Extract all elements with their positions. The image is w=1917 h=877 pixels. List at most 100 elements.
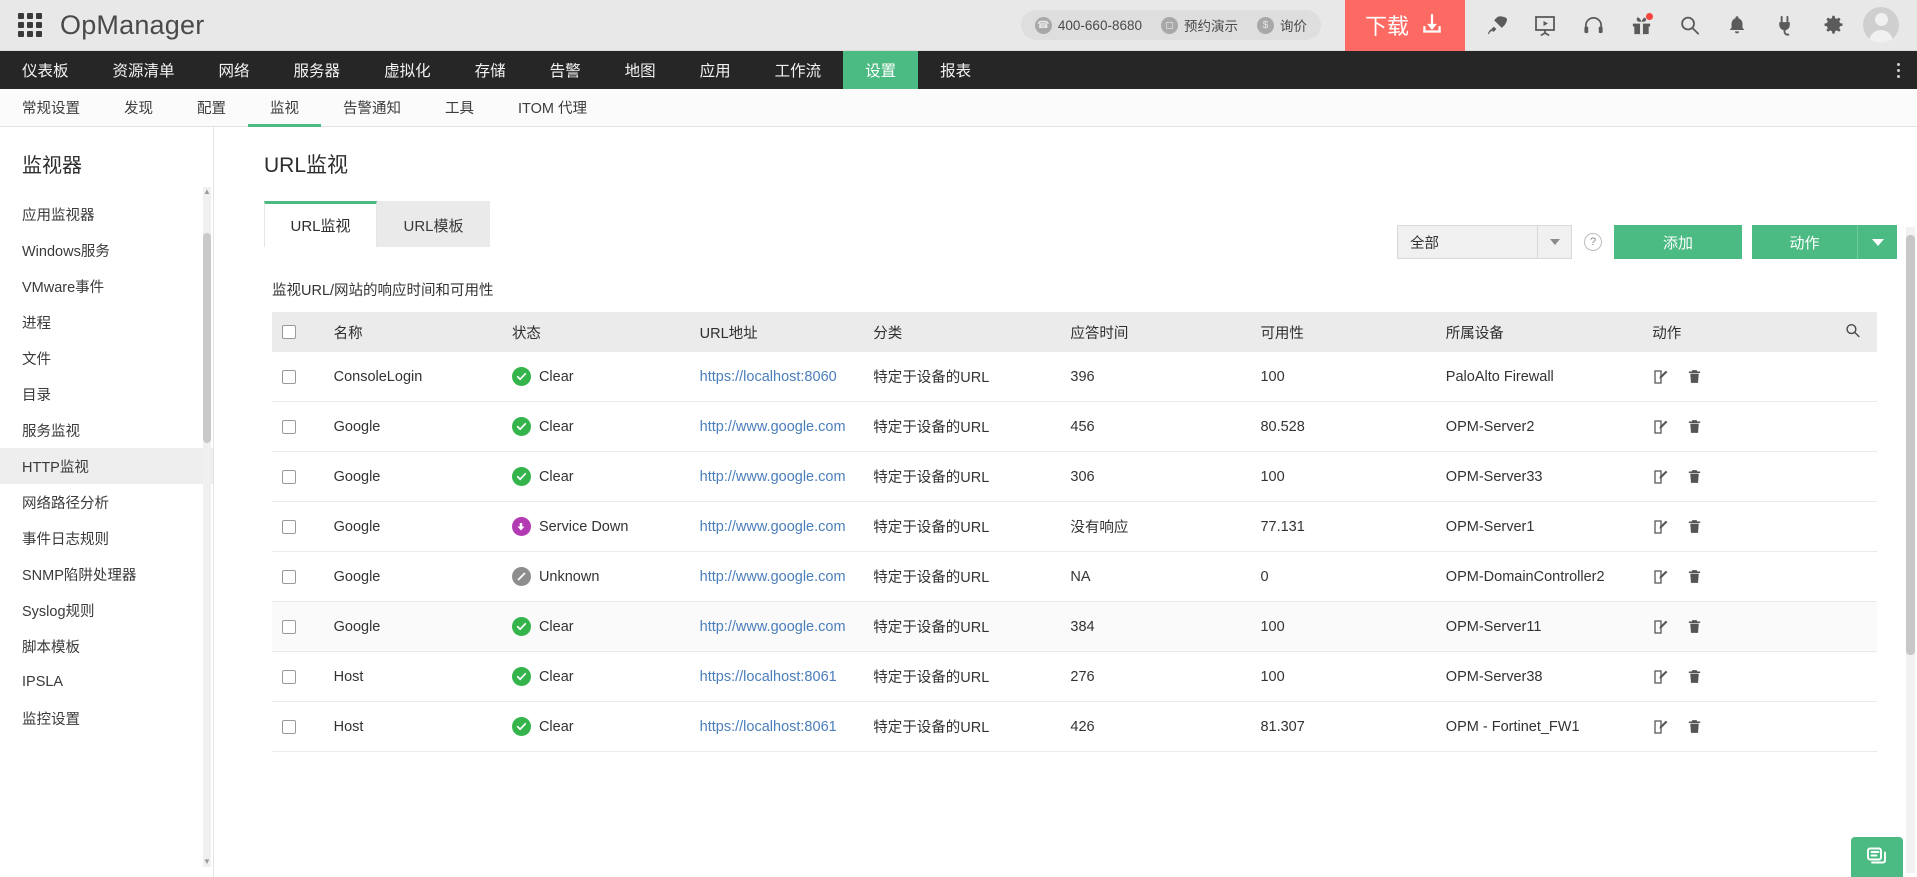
nav-item-1[interactable]: 资源清单 [91, 51, 197, 89]
url-link[interactable]: https://localhost:8061 [700, 719, 837, 735]
nav-item-2[interactable]: 网络 [197, 51, 272, 89]
content-scroll-thumb[interactable] [1906, 235, 1915, 655]
row-checkbox[interactable] [282, 570, 296, 584]
chevron-down-icon[interactable] [1537, 226, 1571, 258]
apps-grid-icon[interactable] [16, 11, 44, 39]
col-header-device[interactable]: 所属设备 [1436, 312, 1642, 352]
url-link[interactable]: https://localhost:8060 [700, 369, 837, 385]
row-checkbox[interactable] [282, 470, 296, 484]
url-link[interactable]: http://www.google.com [700, 519, 846, 535]
col-header-name[interactable]: 名称 [324, 312, 502, 352]
rocket-icon[interactable] [1473, 0, 1521, 51]
tab-url-template[interactable]: URL模板 [377, 201, 490, 247]
table-row[interactable]: GoogleClearhttp://www.google.com特定于设备的UR… [272, 602, 1877, 652]
sidebar-item-vmware-events[interactable]: VMware事件 [0, 268, 213, 304]
gear-icon[interactable] [1809, 0, 1857, 51]
nav-item-3[interactable]: 服务器 [272, 51, 363, 89]
col-header-action[interactable]: 动作 [1642, 312, 1783, 352]
row-checkbox[interactable] [282, 520, 296, 534]
sidebar-item-ipsla[interactable]: IPSLA [0, 664, 213, 700]
edit-icon[interactable] [1652, 418, 1670, 436]
nav-item-9[interactable]: 工作流 [753, 51, 844, 89]
edit-icon[interactable] [1652, 518, 1670, 536]
delete-icon[interactable] [1686, 418, 1703, 435]
nav-item-settings[interactable]: 设置 [843, 51, 918, 89]
table-row[interactable]: HostClearhttps://localhost:8061特定于设备的URL… [272, 652, 1877, 702]
avatar[interactable] [1863, 7, 1899, 43]
subnav-item-5[interactable]: 工具 [423, 89, 496, 126]
url-link[interactable]: http://www.google.com [700, 619, 846, 635]
delete-icon[interactable] [1686, 368, 1703, 385]
col-header-status[interactable]: 状态 [502, 312, 690, 352]
delete-icon[interactable] [1686, 468, 1703, 485]
select-all-checkbox[interactable] [282, 325, 296, 339]
edit-icon[interactable] [1652, 568, 1670, 586]
url-link[interactable]: http://www.google.com [700, 419, 846, 435]
edit-icon[interactable] [1652, 368, 1670, 386]
tab-url-monitor[interactable]: URL监视 [264, 201, 377, 247]
url-link[interactable]: http://www.google.com [700, 569, 846, 585]
nav-item-8[interactable]: 应用 [678, 51, 753, 89]
sidebar-item-script-template[interactable]: 脚本模板 [0, 628, 213, 664]
col-header-category[interactable]: 分类 [863, 312, 1060, 352]
sidebar-item-process[interactable]: 进程 [0, 304, 213, 340]
book-demo-link[interactable]: 预约演示 [1184, 15, 1238, 35]
add-button[interactable]: 添加 [1614, 225, 1742, 259]
col-header-url[interactable]: URL地址 [690, 312, 864, 352]
action-chevron-down-icon[interactable] [1857, 225, 1897, 259]
sidebar-item-snmp-trap[interactable]: SNMP陷阱处理器 [0, 556, 213, 592]
col-header-response-time[interactable]: 应答时间 [1060, 312, 1250, 352]
sidebar-item-syslog-rules[interactable]: Syslog规则 [0, 592, 213, 628]
edit-icon[interactable] [1652, 468, 1670, 486]
edit-icon[interactable] [1652, 618, 1670, 636]
nav-overflow-icon[interactable] [1885, 51, 1911, 89]
nav-item-0[interactable]: 仪表板 [0, 51, 91, 89]
sidebar-item-windows-service[interactable]: Windows服务 [0, 232, 213, 268]
subnav-item-4[interactable]: 告警通知 [321, 89, 423, 126]
nav-item-5[interactable]: 存储 [453, 51, 528, 89]
table-row[interactable]: GoogleService Downhttp://www.google.com特… [272, 502, 1877, 552]
nav-item-6[interactable]: 告警 [528, 51, 603, 89]
download-button[interactable]: 下载 [1345, 0, 1465, 51]
delete-icon[interactable] [1686, 718, 1703, 735]
content-scrollbar[interactable] [1906, 227, 1915, 873]
chat-support-button[interactable] [1851, 837, 1903, 877]
presentation-icon[interactable] [1521, 0, 1569, 51]
phone-number[interactable]: 400-660-8680 [1058, 18, 1142, 33]
sidebar-scroll-down-icon[interactable]: ▼ [203, 857, 211, 867]
help-icon[interactable]: ? [1584, 233, 1602, 251]
url-link[interactable]: http://www.google.com [700, 469, 846, 485]
action-button[interactable]: 动作 [1752, 225, 1857, 259]
subnav-item-1[interactable]: 发现 [102, 89, 175, 126]
table-row[interactable]: GoogleUnknownhttp://www.google.com特定于设备的… [272, 552, 1877, 602]
sidebar-scroll-thumb[interactable] [203, 233, 211, 443]
edit-icon[interactable] [1652, 718, 1670, 736]
bell-icon[interactable] [1713, 0, 1761, 51]
nav-item-7[interactable]: 地图 [603, 51, 678, 89]
table-row[interactable]: ConsoleLoginClearhttps://localhost:8060特… [272, 352, 1877, 402]
sidebar-scroll-up-icon[interactable]: ▲ [203, 187, 211, 197]
sidebar-scrollbar[interactable]: ▲ ▼ [203, 187, 211, 867]
headset-icon[interactable] [1569, 0, 1617, 51]
nav-item-11[interactable]: 报表 [918, 51, 993, 89]
subnav-item-6[interactable]: ITOM 代理 [496, 89, 609, 126]
url-link[interactable]: https://localhost:8061 [700, 669, 837, 685]
row-checkbox[interactable] [282, 720, 296, 734]
delete-icon[interactable] [1686, 618, 1703, 635]
sidebar-item-file[interactable]: 文件 [0, 340, 213, 376]
subnav-item-monitoring[interactable]: 监视 [248, 89, 321, 126]
row-checkbox[interactable] [282, 420, 296, 434]
edit-icon[interactable] [1652, 668, 1670, 686]
filter-select[interactable]: 全部 [1397, 225, 1572, 259]
table-row[interactable]: GoogleClearhttp://www.google.com特定于设备的UR… [272, 452, 1877, 502]
delete-icon[interactable] [1686, 668, 1703, 685]
row-checkbox[interactable] [282, 620, 296, 634]
row-checkbox[interactable] [282, 370, 296, 384]
sidebar-item-monitor-settings[interactable]: 监控设置 [0, 700, 213, 736]
sidebar-item-http-monitor[interactable]: HTTP监视 [0, 448, 213, 484]
sidebar-item-service-monitor[interactable]: 服务监视 [0, 412, 213, 448]
plug-icon[interactable] [1761, 0, 1809, 51]
delete-icon[interactable] [1686, 568, 1703, 585]
table-row[interactable]: GoogleClearhttp://www.google.com特定于设备的UR… [272, 402, 1877, 452]
subnav-item-2[interactable]: 配置 [175, 89, 248, 126]
